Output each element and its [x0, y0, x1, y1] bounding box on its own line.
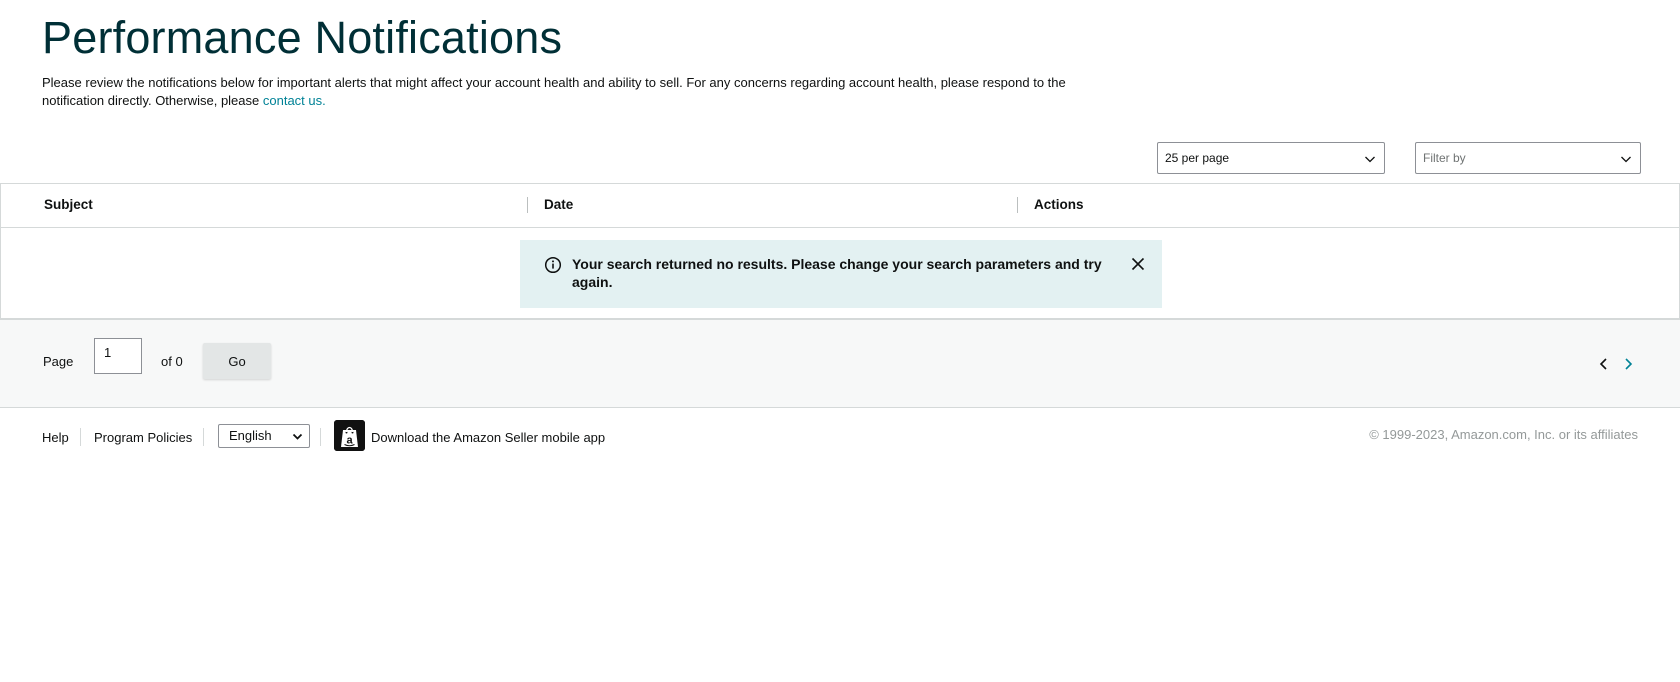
pagination-bar: Page of 0 Go	[0, 320, 1680, 408]
language-select[interactable]: English	[218, 424, 310, 448]
contact-us-link[interactable]: contact us.	[263, 93, 326, 108]
amazon-seller-app-icon[interactable]: a	[334, 420, 365, 451]
column-header-subject[interactable]: Subject	[44, 197, 93, 212]
info-icon	[544, 256, 562, 274]
column-divider	[527, 197, 528, 213]
download-app-link[interactable]: Download the Amazon Seller mobile app	[371, 430, 605, 445]
no-results-alert: Your search returned no results. Please …	[520, 240, 1162, 308]
per-page-select[interactable]: 25 per page	[1157, 142, 1385, 174]
footer-divider	[80, 428, 81, 446]
table-header: Subject Date Actions	[1, 184, 1679, 228]
language-value: English	[229, 428, 272, 443]
svg-text:a: a	[346, 435, 353, 447]
page-number-input[interactable]	[94, 338, 142, 374]
footer-divider	[320, 428, 321, 446]
column-header-actions[interactable]: Actions	[1034, 197, 1084, 212]
close-icon[interactable]	[1130, 256, 1146, 272]
footer: Help Program Policies English a Download…	[0, 408, 1680, 468]
filter-by-select[interactable]: Filter by	[1415, 142, 1641, 174]
program-policies-link[interactable]: Program Policies	[94, 430, 192, 445]
footer-divider	[203, 428, 204, 446]
intro-text: Please review the notifications below fo…	[42, 75, 1066, 108]
help-link[interactable]: Help	[42, 430, 69, 445]
column-divider	[1017, 197, 1018, 213]
notifications-table: Subject Date Actions Your search returne…	[0, 183, 1680, 320]
page-title: Performance Notifications	[42, 12, 563, 63]
filter-by-placeholder: Filter by	[1423, 151, 1466, 165]
chevron-left-icon[interactable]	[1598, 357, 1610, 371]
alert-message: Your search returned no results. Please …	[572, 256, 1102, 290]
chevron-down-icon	[1365, 156, 1375, 163]
page-count-label: of 0	[161, 354, 183, 369]
page-label: Page	[43, 354, 74, 369]
go-button[interactable]: Go	[203, 343, 271, 379]
column-header-date[interactable]: Date	[544, 197, 573, 212]
chevron-right-icon[interactable]	[1622, 357, 1634, 371]
per-page-value: 25 per page	[1165, 151, 1230, 165]
chevron-down-icon	[1621, 156, 1631, 163]
copyright-text: © 1999-2023, Amazon.com, Inc. or its aff…	[1369, 427, 1638, 442]
chevron-down-icon	[292, 433, 303, 440]
intro-text-block: Please review the notifications below fo…	[42, 74, 1102, 110]
